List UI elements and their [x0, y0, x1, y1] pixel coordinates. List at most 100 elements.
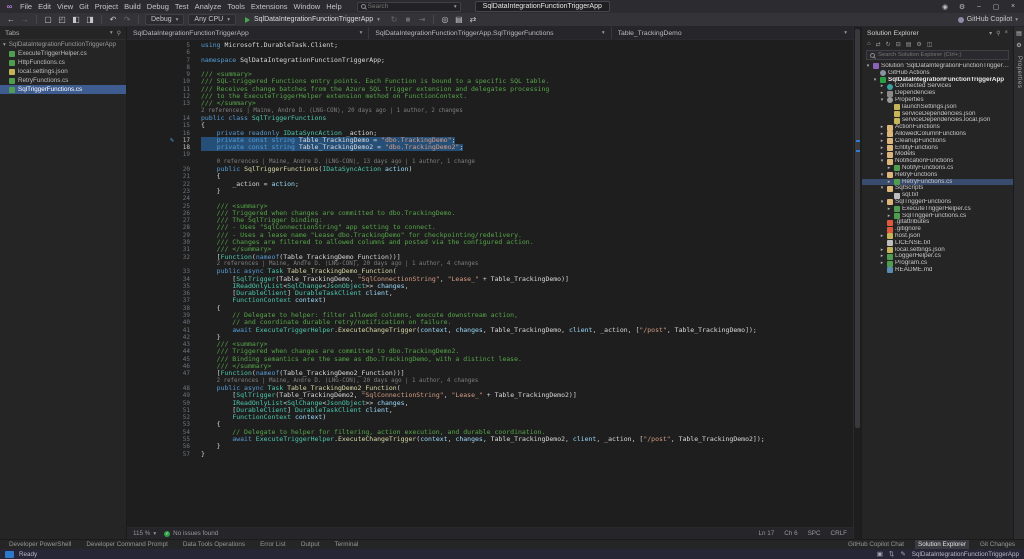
tree-item[interactable]: ▸ Models	[862, 151, 1013, 158]
breakpoint-margin[interactable]	[127, 276, 167, 283]
open-document-tab[interactable]: SqlTriggerFunctions.cs	[0, 85, 126, 94]
properties-tab-icon[interactable]: ⚙	[1016, 42, 1021, 49]
breakpoint-margin[interactable]	[127, 414, 167, 421]
breakpoint-margin[interactable]	[127, 283, 167, 290]
line-ending-indicator[interactable]: CRLF	[831, 530, 847, 537]
docked-tab-properties[interactable]: Properties	[1016, 56, 1022, 88]
feedback-icon[interactable]	[5, 550, 14, 558]
breakpoint-margin[interactable]	[127, 188, 167, 195]
chevron-right-icon[interactable]: ▸	[886, 206, 892, 213]
github-copilot-button[interactable]: GitHub Copilot	[957, 16, 1018, 23]
breakpoint-margin[interactable]	[127, 327, 167, 334]
column-indicator[interactable]: Ch 6	[784, 530, 797, 537]
undo-icon[interactable]: ↶	[108, 15, 118, 24]
chevron-down-icon[interactable]: ▾	[872, 77, 878, 84]
breakpoint-margin[interactable]	[127, 130, 167, 137]
tree-item[interactable]: ▸ host.json	[862, 233, 1013, 240]
tree-item[interactable]: ▾ Properties	[862, 97, 1013, 104]
menu-test[interactable]: Test	[172, 2, 192, 11]
compare-icon[interactable]: ⇄	[468, 15, 478, 24]
refresh-icon[interactable]: ↻	[886, 41, 891, 48]
code-line[interactable]: 37 FunctionContext context)	[127, 297, 853, 305]
code-line[interactable]: 55 await ExecuteTriggerHelper.ExecuteCha…	[127, 435, 853, 443]
code-health-indicator[interactable]: No issues found	[164, 530, 218, 537]
code-line[interactable]: 14 public class SqlTriggerFunctions	[127, 114, 853, 122]
type-dropdown[interactable]: SqlDataIntegrationFunctionTriggerApp.Sql…	[369, 27, 612, 39]
code-line[interactable]: 57}	[127, 450, 853, 458]
breakpoint-margin[interactable]	[127, 239, 167, 246]
zoom-control[interactable]: 115 %	[133, 530, 156, 537]
breakpoint-margin[interactable]	[127, 224, 167, 231]
breakpoint-margin[interactable]	[127, 334, 167, 341]
menu-help[interactable]: Help	[323, 2, 344, 11]
tree-item[interactable]: ▾ RetryFunctions	[862, 172, 1013, 179]
breakpoint-margin[interactable]	[127, 159, 167, 166]
chevron-down-icon[interactable]: ▾	[879, 97, 885, 104]
chevron-right-icon[interactable]: ▸	[879, 83, 885, 90]
account-icon[interactable]: ◉	[940, 3, 950, 11]
quick-search[interactable]	[356, 1, 461, 12]
chevron-right-icon[interactable]: ▸	[886, 165, 892, 172]
breakpoint-margin[interactable]	[127, 210, 167, 217]
panel-tab-data-tools-operations[interactable]: Data Tools Operations	[180, 540, 248, 550]
breakpoint-margin[interactable]	[127, 100, 167, 107]
stop-icon[interactable]: ■	[403, 15, 413, 24]
breakpoint-margin[interactable]	[127, 217, 167, 224]
sync-arrows-icon[interactable]: ⇅	[889, 550, 894, 558]
chevron-right-icon[interactable]: ▸	[879, 253, 885, 260]
menu-project[interactable]: Project	[92, 2, 121, 11]
tree-item[interactable]: ▸ NotifyFunctions.cs	[862, 165, 1013, 172]
breakpoint-margin[interactable]	[127, 443, 167, 450]
panel-tab-output[interactable]: Output	[298, 540, 323, 550]
find-in-files-icon[interactable]: ◎	[440, 15, 450, 24]
menu-debug[interactable]: Debug	[144, 2, 172, 11]
tree-item[interactable]: ▾ SqlScripts	[862, 185, 1013, 192]
close-icon[interactable]: ×	[1008, 3, 1018, 10]
chevron-right-icon[interactable]: ▸	[879, 145, 885, 152]
tree-item[interactable]: ▸ EntityFunctions	[862, 145, 1013, 152]
breakpoint-margin[interactable]	[127, 64, 167, 71]
home-icon[interactable]: ⌂	[867, 41, 871, 47]
preview-icon[interactable]: ◫	[927, 41, 933, 48]
open-file-icon[interactable]: ◰	[57, 15, 67, 24]
tree-item[interactable]: ▾ SqlTriggerFunctions	[862, 199, 1013, 206]
code-line[interactable]: 18 private const string Table_TrackingDe…	[127, 144, 853, 152]
tree-item[interactable]: sql.txt	[862, 192, 1013, 199]
breakpoint-margin[interactable]	[127, 246, 167, 253]
breakpoint-margin[interactable]	[127, 392, 167, 399]
new-file-icon[interactable]: ▢	[43, 15, 53, 24]
pin-icon[interactable]	[117, 30, 121, 37]
breakpoint-margin[interactable]	[127, 232, 167, 239]
chevron-down-icon[interactable]: ▾	[879, 185, 885, 192]
tree-item[interactable]: ▸ CleanupFunctions	[862, 138, 1013, 145]
code-line[interactable]: 20 public SqlTriggerFunctions(IDataSyncA…	[127, 165, 853, 173]
code-line[interactable]: 23 }	[127, 187, 853, 195]
breakpoint-margin[interactable]	[127, 71, 167, 78]
repo-icon[interactable]: ▣	[877, 550, 883, 558]
breakpoint-margin[interactable]	[127, 137, 167, 144]
breakpoint-margin[interactable]	[127, 268, 167, 275]
chevron-right-icon[interactable]: ▸	[879, 233, 885, 240]
breakpoint-margin[interactable]	[127, 173, 167, 180]
code-line[interactable]: 5 using Microsoft.DurableTask.Client;	[127, 41, 853, 49]
back-arrow-icon[interactable]: ←	[6, 15, 16, 24]
indentation-indicator[interactable]: SPC	[808, 530, 821, 537]
code-editor[interactable]: 5 using Microsoft.DurableTask.Client; 6 7 na…	[127, 40, 853, 527]
forward-arrow-icon[interactable]: →	[20, 15, 30, 24]
breakpoint-margin[interactable]	[127, 42, 167, 49]
breakpoint-margin[interactable]	[127, 370, 167, 377]
solution-search-input[interactable]	[878, 52, 1005, 58]
panel-tab-developer-command-prompt[interactable]: Developer Command Prompt	[83, 540, 171, 550]
breakpoint-margin[interactable]	[127, 378, 167, 385]
chevron-right-icon[interactable]: ▸	[879, 124, 885, 131]
code-line[interactable]: 52 FunctionContext context)	[127, 413, 853, 421]
tree-item[interactable]: ▸ AllowedColumnFunctions	[862, 131, 1013, 138]
breakpoint-margin[interactable]	[127, 363, 167, 370]
document-outline-icon[interactable]: ▤	[1016, 30, 1022, 37]
switch-views-icon[interactable]: ⇄	[876, 41, 881, 48]
chevron-down-icon[interactable]: ▾	[879, 199, 885, 206]
breakpoint-margin[interactable]	[127, 254, 167, 261]
breakpoint-margin[interactable]	[127, 86, 167, 93]
breakpoint-margin[interactable]	[127, 122, 167, 129]
panel-tab-error-list[interactable]: Error List	[257, 540, 289, 550]
